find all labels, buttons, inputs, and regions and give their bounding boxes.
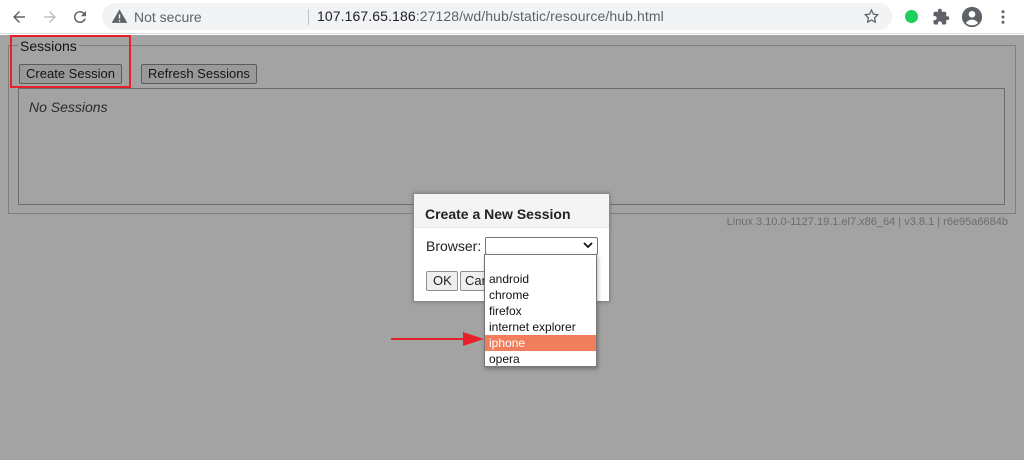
option-chrome[interactable]: chrome — [485, 287, 596, 303]
profile-icon[interactable] — [961, 6, 983, 28]
url-host: 107.167.65.186 — [317, 8, 416, 24]
puzzle-icon[interactable] — [930, 6, 952, 28]
browser-label: Browser: — [426, 238, 482, 254]
dialog-title: Create a New Session — [414, 194, 609, 228]
menu-icon[interactable] — [992, 6, 1014, 28]
ok-button[interactable]: OK — [426, 271, 458, 291]
annotation-arrow-icon — [391, 332, 484, 346]
warning-icon — [111, 9, 128, 23]
omnibox-separator — [308, 9, 309, 25]
extension-icon[interactable] — [905, 10, 918, 23]
option-iphone[interactable]: iphone — [485, 335, 596, 351]
url-path: :27128/wd/hub/static/resource/hub.html — [415, 8, 664, 24]
annotation-highlight-box — [10, 35, 131, 88]
browser-toolbar: Not secure 107.167.65.186:27128/wd/hub/s… — [0, 0, 1024, 34]
browser-dropdown-list: android chrome firefox internet explorer… — [484, 254, 597, 367]
forward-icon[interactable] — [38, 5, 62, 29]
address-bar[interactable]: Not secure 107.167.65.186:27128/wd/hub/s… — [102, 3, 892, 30]
back-icon[interactable] — [7, 5, 31, 29]
option-android[interactable]: android — [485, 271, 596, 287]
reload-icon[interactable] — [68, 5, 92, 29]
option-internet-explorer[interactable]: internet explorer — [485, 319, 596, 335]
star-icon[interactable] — [863, 8, 880, 25]
security-label[interactable]: Not secure — [134, 9, 202, 25]
browser-select[interactable] — [485, 237, 598, 255]
url-text[interactable]: 107.167.65.186:27128/wd/hub/static/resou… — [317, 8, 664, 24]
option-opera[interactable]: opera — [485, 351, 596, 367]
option-firefox[interactable]: firefox — [485, 303, 596, 319]
chevron-down-icon — [583, 242, 593, 249]
